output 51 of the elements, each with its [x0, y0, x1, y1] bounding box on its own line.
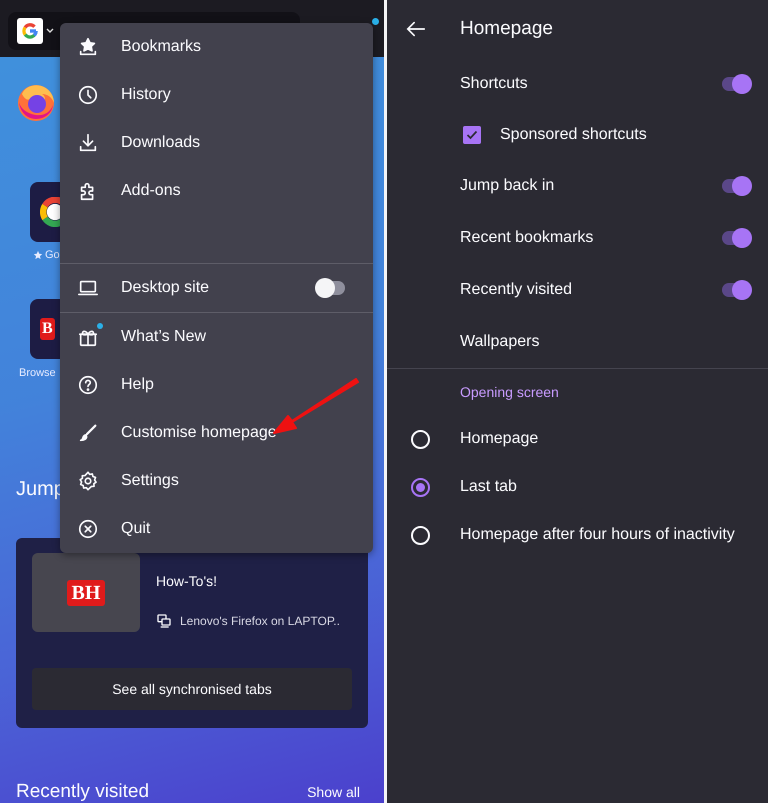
setting-label: Sponsored shortcuts: [500, 126, 648, 144]
option-label: Homepage: [460, 430, 538, 448]
toggle-switch[interactable]: [720, 176, 752, 196]
menu-item[interactable]: Downloads: [60, 119, 373, 167]
tab-title[interactable]: How-To's!: [156, 573, 340, 589]
pin-icon: [33, 250, 43, 260]
page-title: Homepage: [460, 18, 553, 40]
help-icon: [77, 374, 99, 396]
show-all-link[interactable]: Show all: [307, 784, 360, 800]
toggle-switch[interactable]: [720, 280, 752, 300]
shortcut-label: Browse: [19, 367, 56, 379]
menu-item[interactable]: Quit: [60, 505, 373, 553]
menu-item[interactable]: Bookmarks: [60, 23, 373, 71]
toggle-switch[interactable]: [720, 228, 752, 248]
site-logo: BH: [66, 580, 106, 606]
menu-item[interactable]: Customise homepage: [60, 409, 373, 457]
option-label: Last tab: [460, 478, 517, 496]
setting-label: Recently visited: [460, 281, 574, 299]
menu-item[interactable]: Settings: [60, 457, 373, 505]
tab-thumbnail[interactable]: BH: [32, 553, 140, 632]
settings-icon: [77, 470, 99, 492]
checkbox[interactable]: [463, 126, 481, 144]
download-icon: [77, 132, 99, 154]
section-heading: Recently visited: [16, 781, 150, 803]
menu-item[interactable]: What’s New: [60, 313, 373, 361]
close-icon: [77, 518, 99, 540]
see-all-button[interactable]: See all synchronised tabs: [32, 668, 352, 710]
clock-icon: [77, 84, 99, 106]
device-name: Lenovo's Firefox on LAPTOP..: [180, 614, 340, 628]
shortcut-label: Go: [45, 249, 60, 261]
setting-label: Recent bookmarks: [460, 229, 594, 247]
bookmark-star-icon: [77, 36, 99, 58]
menu-item[interactable]: Help: [60, 361, 373, 409]
menu-item[interactable]: Add-ons: [60, 167, 373, 215]
option-label: Homepage after four hours of inactivity: [460, 526, 735, 544]
devices-icon: [156, 613, 172, 629]
setting-label: Shortcuts: [460, 75, 529, 93]
toggle-switch[interactable]: [720, 74, 752, 94]
radio-button[interactable]: [411, 478, 430, 496]
section-heading: Opening screen: [460, 384, 559, 400]
brush-icon: [77, 422, 99, 444]
check-icon: [466, 130, 478, 140]
setting-label: Jump back in: [460, 177, 556, 195]
search-engine-icon[interactable]: [17, 18, 43, 44]
browser-logo-icon: [16, 82, 56, 122]
setting-link[interactable]: Wallpapers: [460, 333, 752, 351]
site-logo: B: [40, 318, 55, 340]
toggle-switch[interactable]: [315, 278, 347, 298]
menu-item[interactable]: Desktop site: [60, 264, 373, 312]
chevron-down-icon[interactable]: [46, 28, 54, 34]
menu-item[interactable]: History: [60, 71, 373, 119]
